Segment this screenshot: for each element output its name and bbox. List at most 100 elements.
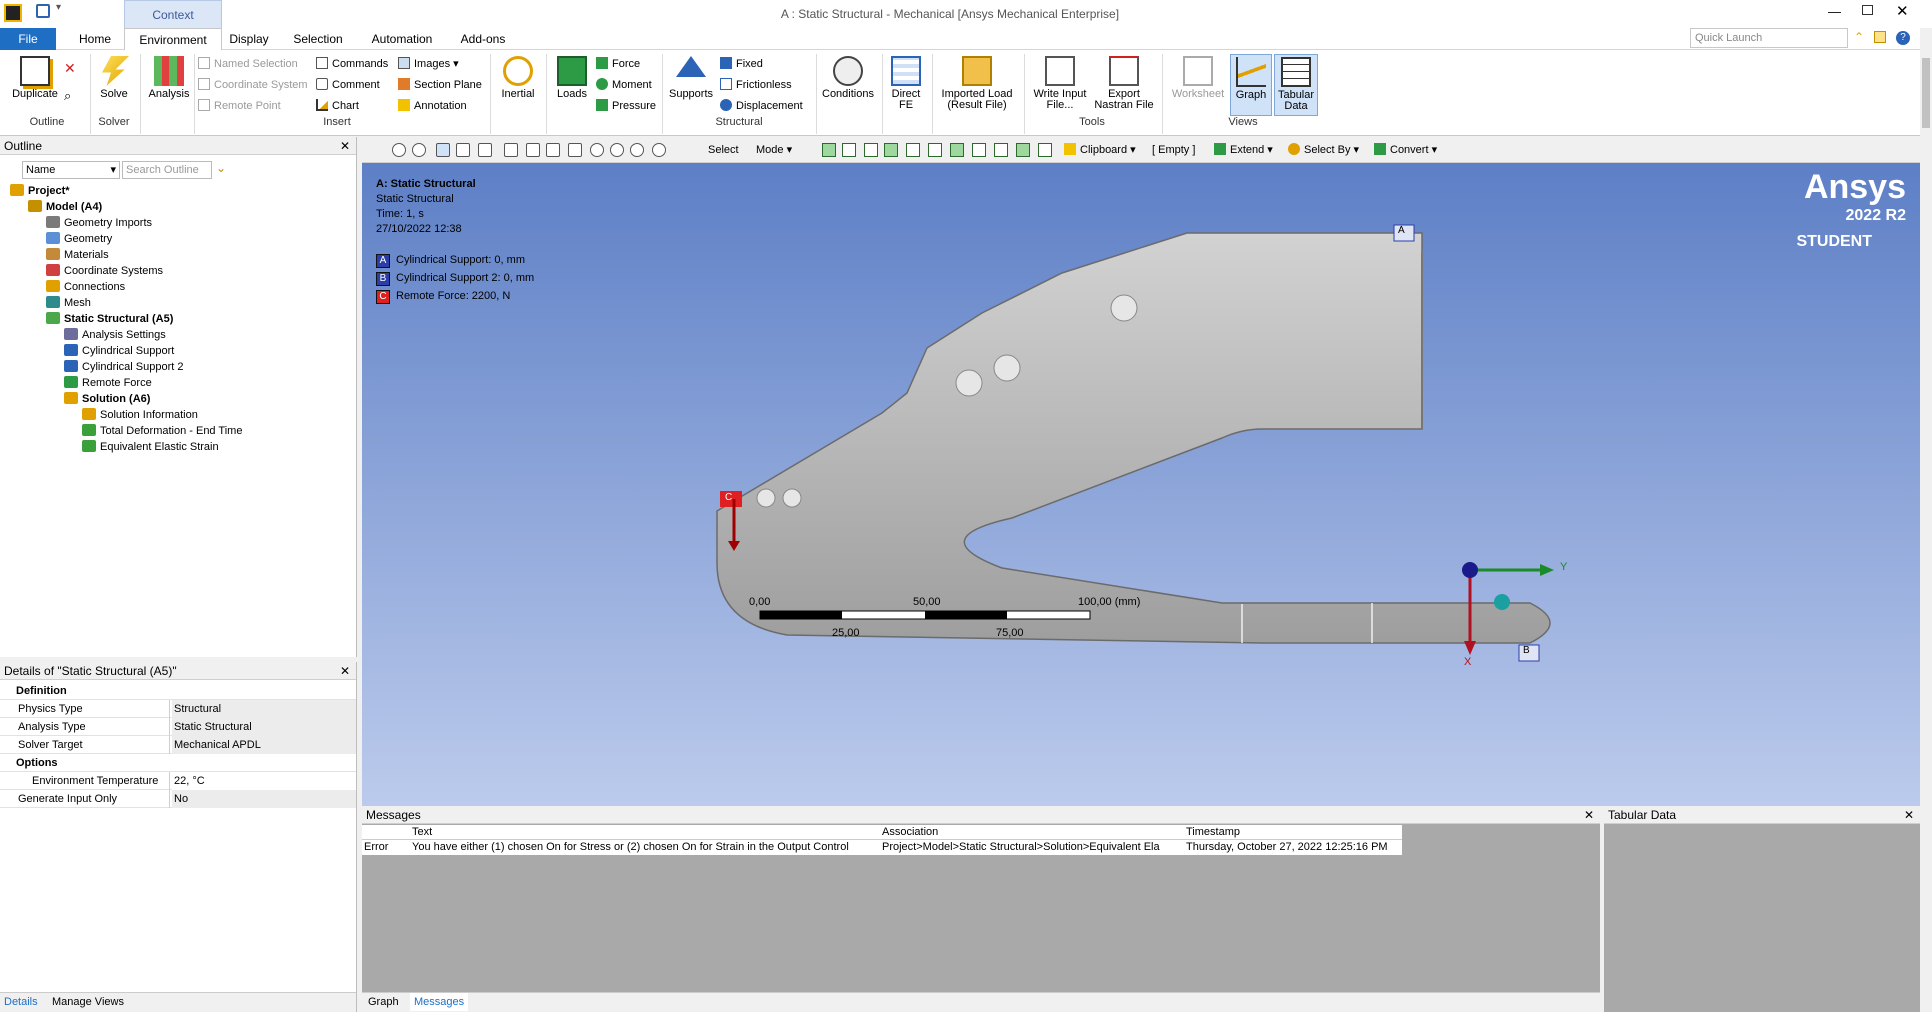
select-button[interactable]: Select <box>708 142 739 158</box>
tree-item[interactable]: Analysis Settings <box>64 327 166 343</box>
selection-filter-icon[interactable] <box>1038 143 1052 157</box>
images-button[interactable]: Images ▾ <box>398 56 459 72</box>
tree-item[interactable]: Total Deformation - End Time <box>82 423 242 439</box>
displacement-button[interactable]: Displacement <box>720 98 803 114</box>
write-input-file-button[interactable]: Write Input File... <box>1028 56 1092 111</box>
view-tool-icon[interactable] <box>436 143 450 157</box>
tab-selection[interactable]: Selection <box>290 28 346 50</box>
force-button[interactable]: Force <box>596 56 640 72</box>
tab-display[interactable]: Display <box>226 28 272 50</box>
options-section[interactable]: Options <box>0 754 356 772</box>
pressure-button[interactable]: Pressure <box>596 98 656 114</box>
filter-chevron-icon[interactable]: ⌄ <box>216 161 226 175</box>
delete-icon[interactable]: ✕ <box>64 60 76 77</box>
close-window-button[interactable]: ✕ <box>1896 2 1909 20</box>
annotation-button[interactable]: Annotation <box>398 98 467 114</box>
tab-environment[interactable]: Environment <box>124 28 222 50</box>
supports-button[interactable]: Supports <box>666 56 716 100</box>
close-tabular-icon[interactable]: ✕ <box>1904 806 1914 824</box>
tree-item[interactable]: Solution Information <box>82 407 198 423</box>
tab-details[interactable]: Details <box>4 993 38 1011</box>
tab-file[interactable]: File <box>0 28 56 50</box>
view-tool-icon[interactable] <box>504 143 518 157</box>
tree-item[interactable]: Connections <box>46 279 125 295</box>
selection-filter-icon[interactable] <box>994 143 1008 157</box>
view-tool-icon[interactable] <box>610 143 624 157</box>
definition-section[interactable]: Definition <box>0 682 356 700</box>
analysis-button[interactable]: Analysis <box>146 56 192 100</box>
find-icon[interactable]: ⌕ <box>64 88 71 104</box>
selection-filter-icon[interactable] <box>864 143 878 157</box>
vertical-scrollbar[interactable] <box>1920 28 1932 1012</box>
solve-button[interactable]: Solve <box>94 56 134 100</box>
tree-item[interactable]: Cylindrical Support <box>64 343 174 359</box>
table-row[interactable]: Error You have either (1) chosen On for … <box>362 840 1402 855</box>
tree-item[interactable]: Model (A4) <box>28 199 102 215</box>
extend-dropdown[interactable]: Extend ▾ <box>1214 142 1273 158</box>
tree-item[interactable]: Materials <box>46 247 109 263</box>
view-tool-icon[interactable] <box>546 143 560 157</box>
tree-item[interactable]: Mesh <box>46 295 91 311</box>
tree-item[interactable]: Remote Force <box>64 375 152 391</box>
save-icon[interactable] <box>36 4 50 18</box>
tab-manage-views[interactable]: Manage Views <box>52 993 124 1011</box>
coordinate-system-button[interactable]: Coordinate System <box>198 77 308 93</box>
col-association[interactable]: Association <box>882 825 938 839</box>
chart-button[interactable]: Chart <box>316 98 359 114</box>
tree-item[interactable]: Cylindrical Support 2 <box>64 359 184 375</box>
tab-messages[interactable]: Messages <box>410 993 469 1011</box>
edit-icon[interactable] <box>1874 31 1886 43</box>
view-tool-icon[interactable] <box>456 143 470 157</box>
tab-graph[interactable]: Graph <box>368 993 399 1011</box>
tree-item[interactable]: Solution (A6) <box>64 391 150 407</box>
section-plane-button[interactable]: Section Plane <box>398 77 482 93</box>
convert-dropdown[interactable]: Convert ▾ <box>1374 142 1437 158</box>
chevron-up-icon[interactable]: ⌃ <box>1854 30 1864 44</box>
view-tool-icon[interactable] <box>412 143 426 157</box>
export-nastran-button[interactable]: Export Nastran File <box>1092 56 1156 111</box>
imported-load-button[interactable]: Imported Load (Result File) <box>936 56 1018 111</box>
moment-button[interactable]: Moment <box>596 77 652 93</box>
selection-filter-icon[interactable] <box>906 143 920 157</box>
selection-filter-icon[interactable] <box>884 143 898 157</box>
direct-fe-button[interactable]: Direct FE <box>886 56 926 111</box>
restore-button[interactable] <box>1862 5 1873 15</box>
tree-item[interactable]: Equivalent Elastic Strain <box>82 439 219 455</box>
selection-filter-icon[interactable] <box>1016 143 1030 157</box>
conditions-button[interactable]: Conditions <box>818 56 878 100</box>
view-tool-icon[interactable] <box>568 143 582 157</box>
help-icon[interactable]: ? <box>1896 31 1910 45</box>
fixed-button[interactable]: Fixed <box>720 56 763 72</box>
view-tool-icon[interactable] <box>590 143 604 157</box>
remote-point-button[interactable]: Remote Point <box>198 98 281 114</box>
select-by-dropdown[interactable]: Select By ▾ <box>1288 142 1359 158</box>
duplicate-button[interactable]: Duplicate <box>6 56 64 100</box>
tab-home[interactable]: Home <box>70 28 120 50</box>
tab-automation[interactable]: Automation <box>368 28 436 50</box>
view-tool-icon[interactable] <box>630 143 644 157</box>
col-text[interactable]: Text <box>412 825 432 839</box>
close-outline-icon[interactable]: ✕ <box>340 137 350 155</box>
outline-filter-select[interactable]: Name ▾ <box>22 161 120 179</box>
details-row[interactable]: Generate Input Only No <box>0 790 356 808</box>
scrollbar-thumb[interactable] <box>1922 58 1930 128</box>
tab-add-ons[interactable]: Add-ons <box>456 28 510 50</box>
selection-filter-icon[interactable] <box>950 143 964 157</box>
close-details-icon[interactable]: ✕ <box>340 662 350 680</box>
view-tool-icon[interactable] <box>526 143 540 157</box>
details-row[interactable]: Physics Type Structural <box>0 700 356 718</box>
triad-iso-ball[interactable] <box>1494 594 1510 610</box>
tree-item[interactable]: Geometry Imports <box>46 215 152 231</box>
quick-access-dropdown-icon[interactable]: ▾ <box>56 2 61 13</box>
inertial-button[interactable]: Inertial <box>496 56 540 100</box>
frictionless-button[interactable]: Frictionless <box>720 77 792 93</box>
clipboard-dropdown[interactable]: Clipboard ▾ <box>1064 142 1136 158</box>
selection-filter-icon[interactable] <box>842 143 856 157</box>
col-timestamp[interactable]: Timestamp <box>1186 825 1240 839</box>
minimize-button[interactable]: — <box>1828 4 1841 19</box>
tabular-data-button[interactable]: Tabular Data <box>1274 54 1318 116</box>
close-messages-icon[interactable]: ✕ <box>1584 806 1594 824</box>
tree-item[interactable]: Static Structural (A5) <box>46 311 173 327</box>
graph-button[interactable]: Graph <box>1230 54 1272 116</box>
worksheet-button[interactable]: Worksheet <box>1168 56 1228 100</box>
